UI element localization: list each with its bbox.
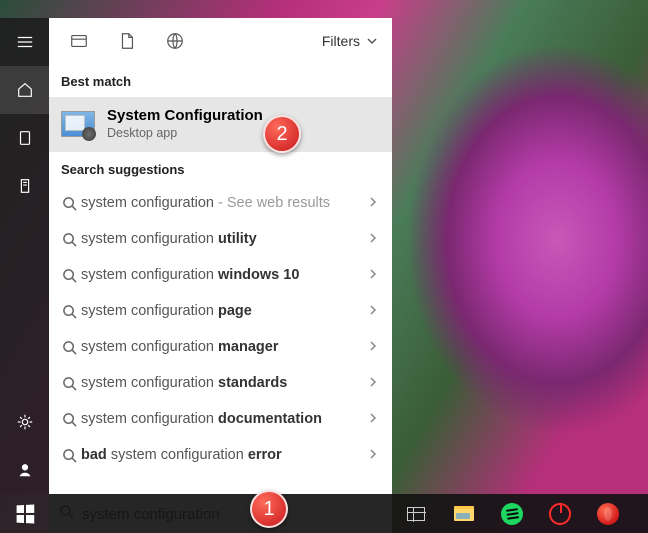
file-explorer-button[interactable] xyxy=(440,494,488,533)
chevron-right-icon[interactable] xyxy=(362,446,384,464)
rail-device-button[interactable] xyxy=(0,114,49,162)
suggestion-item[interactable]: system configuration windows 10 xyxy=(49,257,392,293)
chevron-right-icon[interactable] xyxy=(362,194,384,212)
search-icon xyxy=(57,376,81,391)
chevron-right-icon[interactable] xyxy=(362,374,384,392)
chevron-right-icon[interactable] xyxy=(362,266,384,284)
globe-icon xyxy=(165,31,185,51)
windows-icon xyxy=(16,504,34,523)
rail-account-button[interactable] xyxy=(0,446,49,494)
tower-icon xyxy=(16,177,34,195)
section-best-match: Best match xyxy=(49,64,392,97)
gear-icon xyxy=(16,413,34,431)
start-button[interactable] xyxy=(0,494,49,533)
taskbar xyxy=(0,494,648,533)
spotify-icon xyxy=(501,503,523,525)
search-icon xyxy=(57,232,81,247)
suggestion-item[interactable]: system configuration - See web results xyxy=(49,185,392,221)
search-icon xyxy=(57,268,81,283)
search-icon xyxy=(57,196,81,211)
filters-button[interactable]: Filters xyxy=(318,33,382,49)
suggestion-text: system configuration page xyxy=(81,303,362,319)
tab-documents[interactable] xyxy=(103,18,151,64)
suggestion-text: system configuration standards xyxy=(81,375,362,391)
chevron-down-icon xyxy=(366,35,378,47)
search-icon xyxy=(57,304,81,319)
apps-icon xyxy=(69,31,89,51)
suggestion-text: system configuration - See web results xyxy=(81,195,362,211)
suggestion-item[interactable]: bad system configuration error xyxy=(49,437,392,473)
best-match-item[interactable]: System Configuration Desktop app xyxy=(49,97,392,152)
hamburger-icon xyxy=(16,33,34,51)
suggestion-item[interactable]: system configuration documentation xyxy=(49,401,392,437)
annotation-badge-1: 1 xyxy=(250,490,288,528)
suggestion-text: system configuration utility xyxy=(81,231,362,247)
chevron-right-icon[interactable] xyxy=(362,230,384,248)
tab-apps[interactable] xyxy=(55,18,103,64)
suggestion-item[interactable]: system configuration page xyxy=(49,293,392,329)
power-icon xyxy=(549,503,571,525)
home-icon xyxy=(16,81,34,99)
rail-settings-button[interactable] xyxy=(0,398,49,446)
desktop: Filters Best match System Configuration … xyxy=(0,0,648,533)
suggestion-text: system configuration manager xyxy=(81,339,362,355)
system-configuration-icon xyxy=(61,111,95,137)
chevron-right-icon[interactable] xyxy=(362,410,384,428)
suggestion-text: system configuration documentation xyxy=(81,411,362,427)
spotify-button[interactable] xyxy=(488,494,536,533)
rail-expand-button[interactable] xyxy=(0,18,49,66)
suggestion-item[interactable]: system configuration utility xyxy=(49,221,392,257)
rail-tower-button[interactable] xyxy=(0,162,49,210)
chevron-right-icon[interactable] xyxy=(362,338,384,356)
search-icon xyxy=(57,412,81,427)
filters-label: Filters xyxy=(322,33,360,49)
section-suggestions: Search suggestions xyxy=(49,152,392,185)
suggestion-text: system configuration windows 10 xyxy=(81,267,362,283)
opera-button[interactable] xyxy=(584,494,632,533)
start-left-rail xyxy=(0,18,49,494)
annotation-badge-2: 2 xyxy=(263,115,301,153)
chevron-right-icon[interactable] xyxy=(362,302,384,320)
device-icon xyxy=(16,129,34,147)
best-match-title: System Configuration xyxy=(107,107,263,124)
suggestion-item[interactable]: system configuration standards xyxy=(49,365,392,401)
document-icon xyxy=(117,31,137,51)
rail-home-button[interactable] xyxy=(0,66,49,114)
search-tabs-row: Filters xyxy=(49,18,392,64)
suggestion-text: bad system configuration error xyxy=(81,447,362,463)
suggestion-list: system configuration - See web results sy… xyxy=(49,185,392,494)
explorer-icon xyxy=(454,506,474,521)
wallpaper-accent xyxy=(388,0,648,533)
tab-web[interactable] xyxy=(151,18,199,64)
power-button[interactable] xyxy=(536,494,584,533)
opera-icon xyxy=(597,503,619,525)
task-view-button[interactable] xyxy=(392,494,440,533)
suggestion-item[interactable]: system configuration manager xyxy=(49,329,392,365)
user-icon xyxy=(16,461,34,479)
best-match-subtitle: Desktop app xyxy=(107,126,263,140)
search-icon xyxy=(57,340,81,355)
search-panel: Filters Best match System Configuration … xyxy=(49,18,392,494)
taskview-icon xyxy=(407,507,425,521)
search-icon xyxy=(57,448,81,463)
